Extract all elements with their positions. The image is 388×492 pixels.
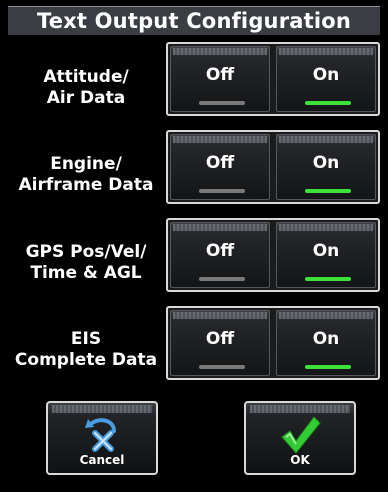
page-title: Text Output Configuration — [8, 6, 380, 35]
on-label: On — [312, 153, 340, 173]
off-label: Off — [205, 241, 235, 261]
gps-pos-vel-time-agl-on-button[interactable]: On — [276, 222, 376, 288]
on-indicator — [305, 277, 351, 281]
cancel-button[interactable]: Cancel — [46, 401, 158, 475]
cancel-arrow-x-icon — [48, 417, 156, 457]
row-label-eis-complete-data: EIS Complete Data — [14, 329, 158, 370]
gps-pos-vel-time-agl-off-button[interactable]: Off — [170, 222, 270, 288]
eis-complete-data-on-button[interactable]: On — [276, 310, 376, 376]
off-indicator — [199, 189, 245, 193]
toggle-group-eis-complete-data: Off On — [166, 306, 380, 380]
toggle-group-gps-pos-vel-time-agl: Off On — [166, 218, 380, 292]
attitude-air-data-on-button[interactable]: On — [276, 46, 376, 112]
engine-airframe-data-off-button[interactable]: Off — [170, 134, 270, 200]
row-label-attitude-air-data: Attitude/ Air Data — [43, 67, 129, 108]
eis-complete-data-off-button[interactable]: Off — [170, 310, 270, 376]
on-label: On — [312, 329, 340, 349]
engine-airframe-data-on-button[interactable]: On — [276, 134, 376, 200]
text-output-configuration-screen: Text Output Configuration Attitude/ Air … — [0, 0, 388, 492]
off-label: Off — [205, 65, 235, 85]
ok-label: OK — [290, 453, 310, 467]
off-indicator — [199, 365, 245, 369]
off-label: Off — [205, 329, 235, 349]
row-label-gps-pos-vel-time-agl: GPS Pos/Vel/ Time & AGL — [25, 242, 147, 283]
cancel-label: Cancel — [79, 453, 125, 467]
ok-button[interactable]: OK — [244, 401, 356, 475]
attitude-air-data-off-button[interactable]: Off — [170, 46, 270, 112]
on-indicator — [305, 365, 351, 369]
toggle-group-attitude-air-data: Off On — [166, 42, 380, 116]
toggle-group-engine-airframe-data: Off On — [166, 130, 380, 204]
on-indicator — [305, 101, 351, 105]
off-indicator — [199, 101, 245, 105]
off-label: Off — [205, 153, 235, 173]
row-label-engine-airframe-data: Engine/ Airframe Data — [18, 154, 154, 195]
on-indicator — [305, 189, 351, 193]
on-label: On — [312, 241, 340, 261]
on-label: On — [312, 65, 340, 85]
off-indicator — [199, 277, 245, 281]
